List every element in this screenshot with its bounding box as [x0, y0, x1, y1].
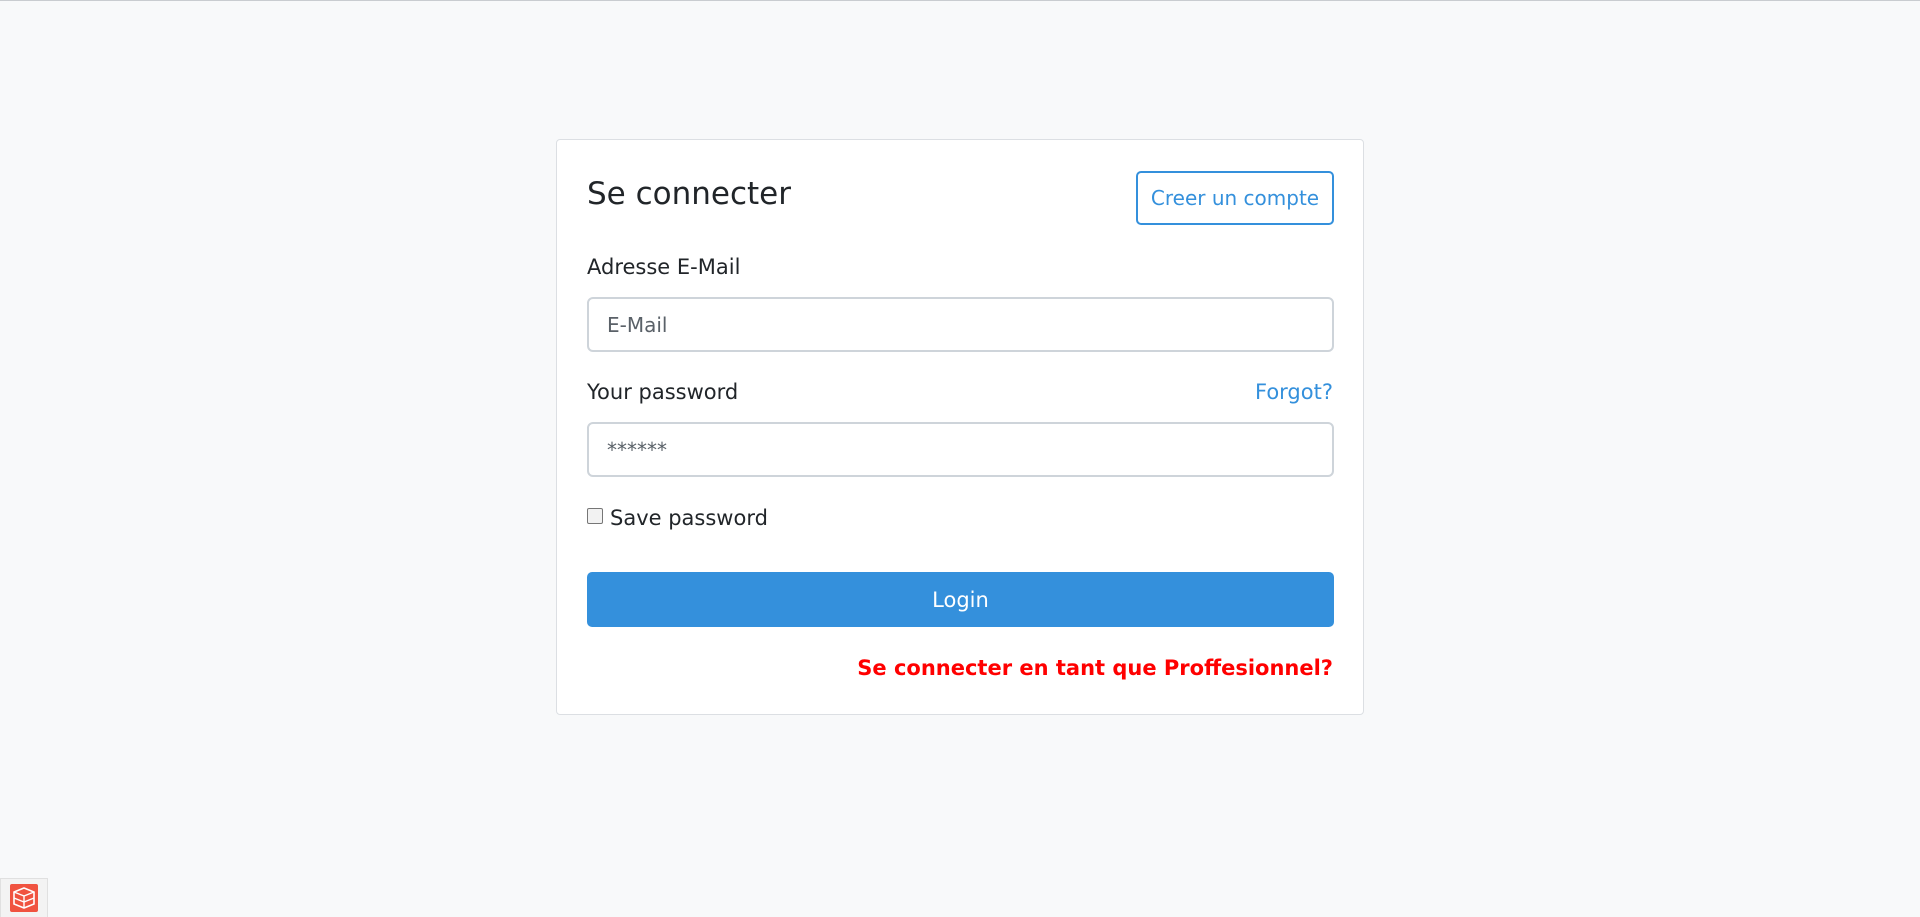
- save-password-row: Save password: [587, 504, 768, 532]
- professional-login-link[interactable]: Se connecter en tant que Proffesionnel?: [857, 658, 1333, 679]
- email-field[interactable]: [587, 297, 1334, 352]
- page-title: Se connecter: [587, 176, 791, 212]
- save-password-label[interactable]: Save password: [610, 507, 768, 529]
- login-button[interactable]: Login: [587, 572, 1334, 627]
- forgot-password-link[interactable]: Forgot?: [1255, 382, 1333, 403]
- laravel-logo-icon[interactable]: [0, 878, 48, 917]
- laravel-logo-svg: [10, 884, 38, 912]
- login-card: Se connecter Creer un compte Adresse E-M…: [556, 139, 1364, 715]
- save-password-checkbox[interactable]: [587, 508, 603, 524]
- password-field[interactable]: [587, 422, 1334, 477]
- password-label: Your password: [587, 380, 739, 404]
- page: Se connecter Creer un compte Adresse E-M…: [0, 0, 1920, 917]
- email-label: Adresse E-Mail: [587, 255, 741, 279]
- create-account-button[interactable]: Creer un compte: [1136, 171, 1334, 225]
